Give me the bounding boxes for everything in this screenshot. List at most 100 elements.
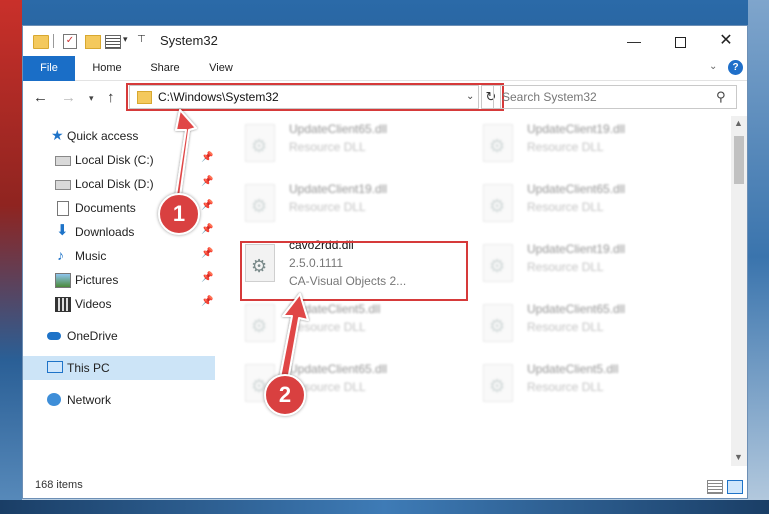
gear-icon: ⚙ xyxy=(251,196,268,216)
file-description: Resource DLL xyxy=(527,260,604,274)
file-name: UpdateClient65.dll xyxy=(289,362,388,376)
file-description: Resource DLL xyxy=(527,380,604,394)
sidebar-item-label: Local Disk (D:) xyxy=(75,177,154,191)
scroll-up-arrow-icon[interactable]: ▲ xyxy=(734,118,743,128)
sidebar-item-local-disk-c[interactable]: Local Disk (C:) 📌 xyxy=(23,148,215,172)
gear-icon: ⚙ xyxy=(251,136,268,156)
sidebar-item-videos[interactable]: Videos 📌 xyxy=(23,292,215,316)
gear-icon: ⚙ xyxy=(489,376,506,396)
folder-icon xyxy=(33,35,49,49)
file-description: Resource DLL xyxy=(527,200,604,214)
file-highlight-box xyxy=(240,241,468,301)
status-bar: 168 items xyxy=(23,474,747,498)
maximize-button[interactable] xyxy=(657,26,703,56)
sidebar-item-label: OneDrive xyxy=(67,329,118,343)
file-item[interactable]: ⚙ UpdateClient19.dll Resource DLL xyxy=(457,116,687,172)
new-folder-icon[interactable] xyxy=(85,35,101,49)
step-badge-1: 1 xyxy=(158,193,200,235)
file-name: UpdateClient19.dll xyxy=(527,242,626,256)
pin-icon[interactable]: 📌 xyxy=(201,296,213,307)
up-arrow-icon[interactable]: ↑ xyxy=(107,89,115,106)
file-name: UpdateClient65.dll xyxy=(289,122,388,136)
properties-icon[interactable] xyxy=(105,35,121,49)
search-icon[interactable]: ⚲ xyxy=(716,89,726,105)
file-item[interactable]: ⚙ UpdateClient65.dll Resource DLL xyxy=(219,356,449,412)
desktop-background-bottom xyxy=(0,500,769,514)
sidebar-item-music[interactable]: ♪ Music 📌 xyxy=(23,244,215,268)
sidebar-item-label: Network xyxy=(67,393,112,407)
sidebar-item-quick-access[interactable]: ★ Quick access xyxy=(23,124,215,148)
pin-icon[interactable]: 📌 xyxy=(201,200,213,211)
file-description: Resource DLL xyxy=(289,200,366,214)
file-item[interactable]: ⚙ UpdateClient19.dll Resource DLL xyxy=(219,176,449,232)
scroll-down-arrow-icon[interactable]: ▼ xyxy=(734,452,743,462)
sidebar-item-network[interactable]: Network xyxy=(23,388,215,412)
scroll-thumb[interactable] xyxy=(734,136,744,184)
navigation-bar: ← → ▾ ↑ C:\Windows\System32 ⌄ ↻ Search S… xyxy=(23,81,747,115)
step-badge-2: 2 xyxy=(264,374,306,416)
sidebar-item-local-disk-d[interactable]: Local Disk (D:) 📌 xyxy=(23,172,215,196)
help-icon[interactable]: ? xyxy=(728,60,743,75)
file-item[interactable]: ⚙ UpdateClient65.dll Resource DLL xyxy=(219,116,449,172)
pin-icon[interactable]: 📌 xyxy=(201,176,213,187)
file-item[interactable]: ⚙ UpdateClient65.dll Resource DLL xyxy=(457,296,687,352)
tiles-view-icon[interactable] xyxy=(727,480,743,494)
file-item[interactable]: ⚙ UpdateClient5.dll Resource DLL xyxy=(219,296,449,352)
download-arrow-icon: ⬇ xyxy=(56,222,69,239)
quick-access-dropdown-icon[interactable]: ▾ xyxy=(123,34,128,50)
tab-home[interactable]: Home xyxy=(81,56,133,80)
sidebar-item-this-pc[interactable]: This PC xyxy=(23,356,215,380)
tab-share[interactable]: Share xyxy=(139,56,191,80)
back-arrow-icon[interactable]: ← xyxy=(33,89,48,106)
file-item[interactable]: ⚙ UpdateClient65.dll Resource DLL xyxy=(457,176,687,232)
navigation-pane: ★ Quick access Local Disk (C:) 📌 Local D… xyxy=(23,116,215,466)
drive-icon xyxy=(55,180,71,190)
search-input[interactable]: Search System32 ⚲ xyxy=(493,85,737,109)
computer-icon xyxy=(47,361,63,373)
forward-arrow-icon[interactable]: → xyxy=(61,89,76,106)
file-description: Resource DLL xyxy=(289,140,366,154)
sidebar-item-label: Downloads xyxy=(75,225,135,239)
details-view-icon[interactable] xyxy=(707,480,723,494)
sidebar-item-onedrive[interactable]: OneDrive xyxy=(23,324,215,348)
properties-check-icon[interactable]: ✓ xyxy=(63,34,77,49)
sidebar-item-label: Quick access xyxy=(67,129,139,143)
vertical-scrollbar[interactable]: ▲ ▼ xyxy=(731,116,747,466)
sidebar-item-pictures[interactable]: Pictures 📌 xyxy=(23,268,215,292)
pictures-icon xyxy=(55,273,71,288)
minimize-button[interactable]: — xyxy=(611,26,657,56)
customize-toolbar-icon[interactable]: ⊤ xyxy=(137,34,146,50)
file-name: UpdateClient5.dll xyxy=(289,302,381,316)
item-count: 168 items xyxy=(35,479,83,491)
document-icon xyxy=(57,201,69,216)
pin-icon[interactable]: 📌 xyxy=(201,248,213,259)
file-name: UpdateClient5.dll xyxy=(527,362,619,376)
window-title: System32 xyxy=(160,33,218,48)
pin-icon[interactable]: 📌 xyxy=(201,152,213,163)
recent-locations-chevron-icon[interactable]: ▾ xyxy=(89,93,94,104)
file-description: Resource DLL xyxy=(527,140,604,154)
network-icon xyxy=(47,393,61,406)
search-placeholder: Search System32 xyxy=(502,90,597,104)
drive-icon xyxy=(55,156,71,166)
file-name: UpdateClient65.dll xyxy=(527,302,626,316)
pin-icon[interactable]: 📌 xyxy=(201,272,213,283)
file-item[interactable]: ⚙ UpdateClient5.dll Resource DLL xyxy=(457,356,687,412)
sidebar-item-label: Local Disk (C:) xyxy=(75,153,154,167)
gear-icon: ⚙ xyxy=(489,136,506,156)
sidebar-item-label: Pictures xyxy=(75,273,119,287)
tab-view[interactable]: View xyxy=(195,56,247,80)
pin-icon[interactable]: 📌 xyxy=(201,224,213,235)
desktop-background-right xyxy=(748,0,769,514)
sidebar-item-label: Documents xyxy=(75,201,136,215)
file-item[interactable]: ⚙ UpdateClient19.dll Resource DLL xyxy=(457,236,687,292)
file-name: UpdateClient19.dll xyxy=(289,182,388,196)
close-button[interactable]: ✕ xyxy=(703,26,749,56)
expand-ribbon-chevron-icon[interactable]: ⌄ xyxy=(709,61,717,72)
address-highlight-box xyxy=(126,83,504,111)
gear-icon: ⚙ xyxy=(489,256,506,276)
sidebar-item-label: Videos xyxy=(75,297,112,311)
sidebar-item-label: This PC xyxy=(67,361,110,375)
gear-icon: ⚙ xyxy=(251,316,268,336)
film-strip-icon xyxy=(55,297,71,312)
